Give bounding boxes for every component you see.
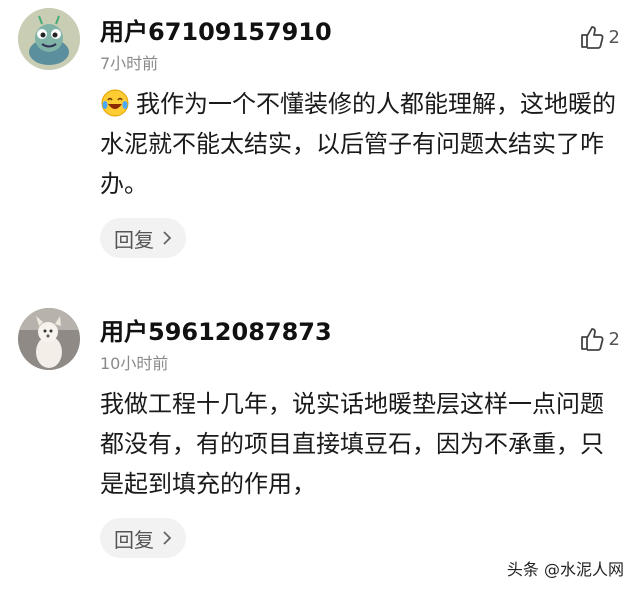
reply-button[interactable]: 回复 <box>100 218 186 258</box>
like-button[interactable]: 2 <box>579 24 620 50</box>
comment-time: 10小时前 <box>100 354 169 373</box>
reply-button[interactable]: 回复 <box>100 518 186 558</box>
watermark: 头条 @水泥人网 <box>506 560 624 579</box>
comment-text-content: 我作为一个不懂装修的人都能理解，这地暖的水泥就不能太结实，以后管子有问题太结实了… <box>100 90 616 198</box>
chevron-right-icon <box>163 531 172 545</box>
laughing-tears-emoji-icon <box>101 89 129 117</box>
avatar[interactable] <box>18 308 80 370</box>
username[interactable]: 用户59612087873 <box>100 312 332 347</box>
avatar[interactable] <box>18 8 80 70</box>
reply-label: 回复 <box>114 527 154 552</box>
comment-time: 7小时前 <box>100 54 159 73</box>
dog-avatar-icon <box>18 308 80 370</box>
reply-label: 回复 <box>114 227 154 252</box>
like-button[interactable]: 2 <box>579 326 620 352</box>
comment-text: 我作为一个不懂装修的人都能理解，这地暖的水泥就不能太结实，以后管子有问题太结实了… <box>100 84 620 204</box>
thumbs-up-icon <box>580 328 604 351</box>
like-count: 2 <box>608 26 620 48</box>
thumbs-up-icon <box>580 26 604 49</box>
snail-avatar-icon <box>18 8 80 70</box>
chevron-right-icon <box>163 231 172 245</box>
username[interactable]: 用户67109157910 <box>100 12 332 47</box>
like-count: 2 <box>608 328 620 350</box>
comment-text: 我做工程十几年，说实话地暖垫层这样一点问题都没有，有的项目直接填豆石，因为不承重… <box>100 390 604 498</box>
